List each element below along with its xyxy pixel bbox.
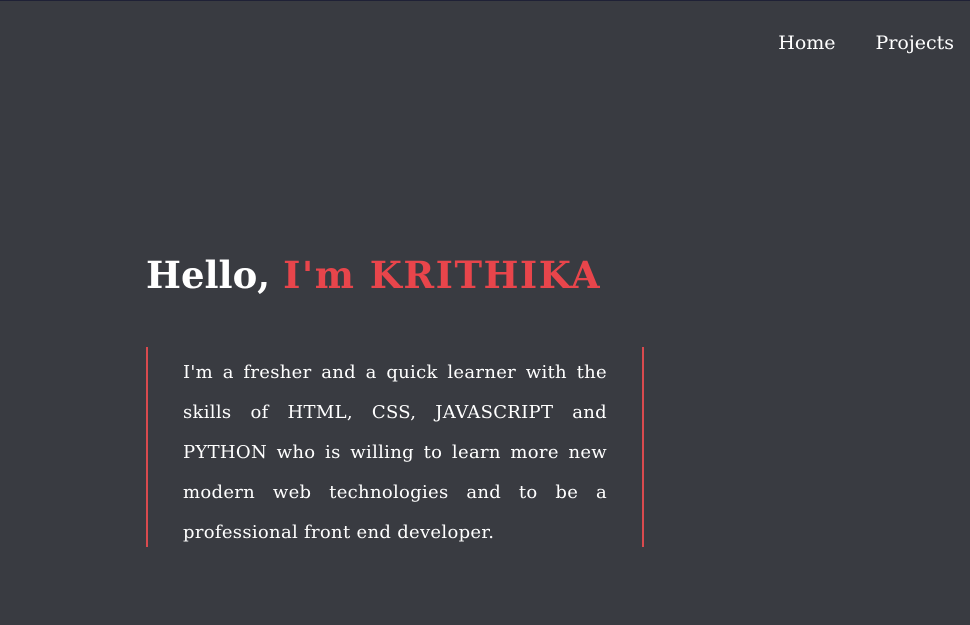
top-navigation: Home Projects xyxy=(778,31,954,55)
hero-name: I'm KRITHIKA xyxy=(283,253,602,297)
bio-container: I'm a fresher and a quick learner with t… xyxy=(146,347,644,547)
hero-heading: Hello, I'm KRITHIKA xyxy=(146,251,601,299)
bio-text: I'm a fresher and a quick learner with t… xyxy=(183,362,607,543)
nav-link-home[interactable]: Home xyxy=(778,31,835,55)
nav-link-projects[interactable]: Projects xyxy=(876,31,954,55)
hero-greeting: Hello, xyxy=(146,253,284,297)
